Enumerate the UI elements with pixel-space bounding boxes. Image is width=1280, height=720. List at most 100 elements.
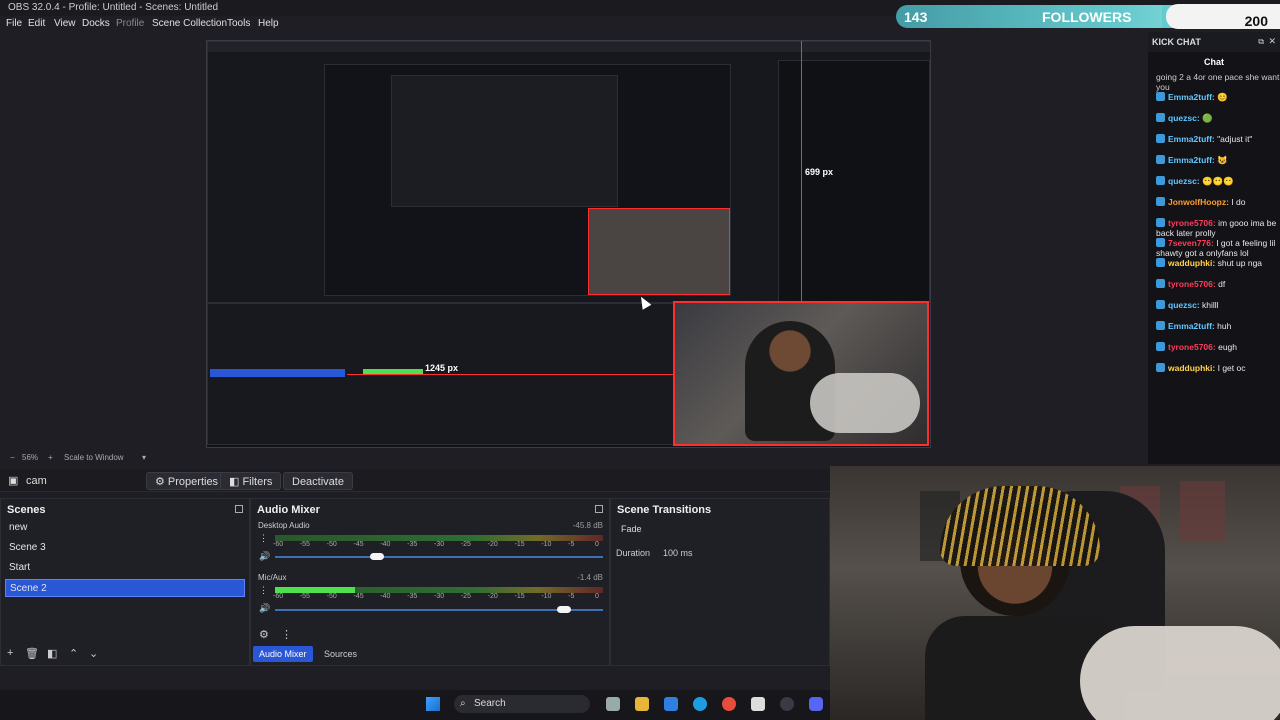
file-explorer-icon[interactable] xyxy=(635,697,649,711)
chat-username[interactable]: JonwolfHoopz: xyxy=(1168,197,1231,207)
deactivate-button[interactable]: Deactivate xyxy=(283,472,353,490)
mic-aux-slider-knob[interactable] xyxy=(556,606,571,613)
chat-username[interactable]: quezsc: xyxy=(1168,113,1202,123)
chat-username[interactable]: tyrone5706: xyxy=(1168,218,1218,228)
move-down-icon[interactable]: ⌄ xyxy=(89,647,98,660)
duration-input[interactable]: 100 ms xyxy=(663,548,693,558)
edge-icon[interactable] xyxy=(693,697,707,711)
chat-username[interactable]: wadduphki: xyxy=(1168,363,1218,373)
zoom-minus-icon[interactable]: − xyxy=(10,453,15,462)
properties-button[interactable]: ⚙ Properties xyxy=(146,472,228,490)
meter-tick-label: -60 xyxy=(273,593,284,600)
obs-icon[interactable] xyxy=(780,697,794,711)
tab-sources[interactable]: Sources xyxy=(318,646,363,662)
followers-label: FOLLOWERS xyxy=(1042,9,1132,25)
menu-edit[interactable]: Edit xyxy=(28,18,45,29)
meter-tick-label: -55 xyxy=(299,541,310,548)
source-name: cam xyxy=(26,475,47,487)
chat-username[interactable]: quezsc: xyxy=(1168,300,1202,310)
scene-item-scene-2[interactable]: Scene 2 xyxy=(5,579,245,597)
chat-text: I get oc xyxy=(1217,363,1246,373)
chat-username[interactable]: wadduphki: xyxy=(1168,258,1218,268)
meter-tick-label: 0 xyxy=(595,593,599,600)
windows-start-icon[interactable] xyxy=(426,697,440,711)
move-up-icon[interactable]: ⌃ xyxy=(69,647,78,660)
desktop-audio-speaker-icon[interactable]: 🔊 xyxy=(259,551,270,562)
mic-aux-menu-icon[interactable]: ⋮ xyxy=(259,585,268,596)
menu-help[interactable]: Help xyxy=(258,18,279,29)
kick-chat-header: KICK CHAT ⧉ ✕ xyxy=(1148,32,1280,52)
menu-file[interactable]: File xyxy=(6,18,22,29)
chat-username[interactable]: quezsc: xyxy=(1168,176,1202,186)
scene-item-new[interactable]: new xyxy=(5,519,245,537)
mic-aux-ticks: -60 -55 -50 -45 -40 -35 -30 -25 -20 -15 -10 -5 0 xyxy=(273,593,603,601)
scenes-float-icon[interactable] xyxy=(235,505,243,513)
mic-aux-db: -1.4 dB xyxy=(577,573,603,582)
meter-tick-label: -30 xyxy=(434,541,445,548)
scene-item-scene-3[interactable]: Scene 3 xyxy=(5,539,245,557)
followers-goal: 200 xyxy=(1244,13,1268,29)
sub-badge-icon xyxy=(1156,279,1165,288)
nested-selected-scene xyxy=(210,369,345,377)
chrome-icon[interactable] xyxy=(722,697,736,711)
chat-text: khilll xyxy=(1202,300,1219,310)
nested-cam-source xyxy=(588,208,730,295)
chat-username[interactable]: tyrone5706: xyxy=(1168,342,1218,352)
zoom-fit[interactable]: Scale to Window xyxy=(64,453,124,462)
menu-tools[interactable]: Tools xyxy=(227,18,250,29)
advanced-audio-gear-icon[interactable]: ⚙ xyxy=(259,628,269,641)
menu-scene-collection[interactable]: Scene Collection xyxy=(152,18,227,29)
desktop-audio-slider[interactable] xyxy=(275,556,603,558)
taskbar-search[interactable]: ⌕ Search xyxy=(454,695,590,713)
zoom-dropdown-icon[interactable]: ▾ xyxy=(142,453,146,462)
chat-message: Emma2tuff: 😺 xyxy=(1156,155,1280,165)
desktop-audio-db: -45.8 dB xyxy=(572,521,603,530)
tab-audio-mixer[interactable]: Audio Mixer xyxy=(253,646,313,662)
app-icon[interactable] xyxy=(751,697,765,711)
discord-icon[interactable] xyxy=(809,697,823,711)
meter-tick-label: -25 xyxy=(460,541,471,548)
desktop-audio-menu-icon[interactable]: ⋮ xyxy=(259,533,268,544)
duration-label: Duration xyxy=(616,548,651,558)
preview-canvas[interactable]: 1245 px 699 px xyxy=(206,40,931,448)
add-scene-icon[interactable]: + xyxy=(7,647,13,659)
chat-message: Emma2tuff: huh xyxy=(1156,321,1280,331)
filter-icon: ◧ xyxy=(229,476,243,488)
task-view-icon[interactable] xyxy=(606,697,620,711)
chat-username[interactable]: 7seven776: xyxy=(1168,238,1216,248)
chat-message: quezsc: khilll xyxy=(1156,300,1280,310)
chat-float-icon[interactable]: ⧉ xyxy=(1258,37,1264,47)
chat-tab[interactable]: Chat xyxy=(1204,57,1224,67)
cam-source-selection[interactable] xyxy=(673,301,929,446)
chat-username[interactable]: Emma2tuff: xyxy=(1168,155,1217,165)
chat-username[interactable]: Emma2tuff: xyxy=(1168,321,1217,331)
chat-username[interactable]: Emma2tuff: xyxy=(1168,134,1217,144)
meter-tick-label: -15 xyxy=(514,541,525,548)
filters-button[interactable]: ◧ Filters xyxy=(220,472,282,490)
chat-text: 🟢 xyxy=(1202,113,1213,123)
chat-message: quezsc: 😶😶😶 xyxy=(1156,176,1280,186)
audio-mixer-dock: Audio Mixer Desktop Audio -45.8 dB ⋮ -60… xyxy=(250,498,610,666)
chat-username[interactable]: Emma2tuff: xyxy=(1168,92,1217,102)
mic-aux-slider[interactable] xyxy=(275,609,603,611)
menu-profile[interactable]: Profile xyxy=(116,18,144,29)
transition-select[interactable]: Fade xyxy=(617,521,821,537)
chat-text: huh xyxy=(1217,321,1232,331)
mic-aux-speaker-icon[interactable]: 🔊 xyxy=(259,603,270,614)
close-icon[interactable]: ✕ xyxy=(1268,36,1276,47)
chat-text: df xyxy=(1218,279,1226,289)
mixer-menu-icon[interactable]: ⋮ xyxy=(281,628,292,641)
scene-filters-icon[interactable]: ◧ xyxy=(47,647,57,660)
menu-docks[interactable]: Docks xyxy=(82,18,110,29)
remove-scene-icon[interactable]: 🗑 xyxy=(25,647,39,660)
audio-mixer-float-icon[interactable] xyxy=(595,505,603,513)
zoom-plus-icon[interactable]: + xyxy=(48,453,53,462)
chat-message: JonwolfHoopz: I do xyxy=(1156,197,1280,207)
chat-username[interactable]: tyrone5706: xyxy=(1168,279,1218,289)
menu-bar: File Edit View Docks Profile Scene Colle… xyxy=(0,16,900,32)
menu-view[interactable]: View xyxy=(54,18,76,29)
scene-item-start[interactable]: Start xyxy=(5,559,245,577)
desktop-audio-slider-knob[interactable] xyxy=(369,553,384,560)
copilot-icon[interactable] xyxy=(664,697,678,711)
captured-chat-ghost xyxy=(1015,50,1135,210)
